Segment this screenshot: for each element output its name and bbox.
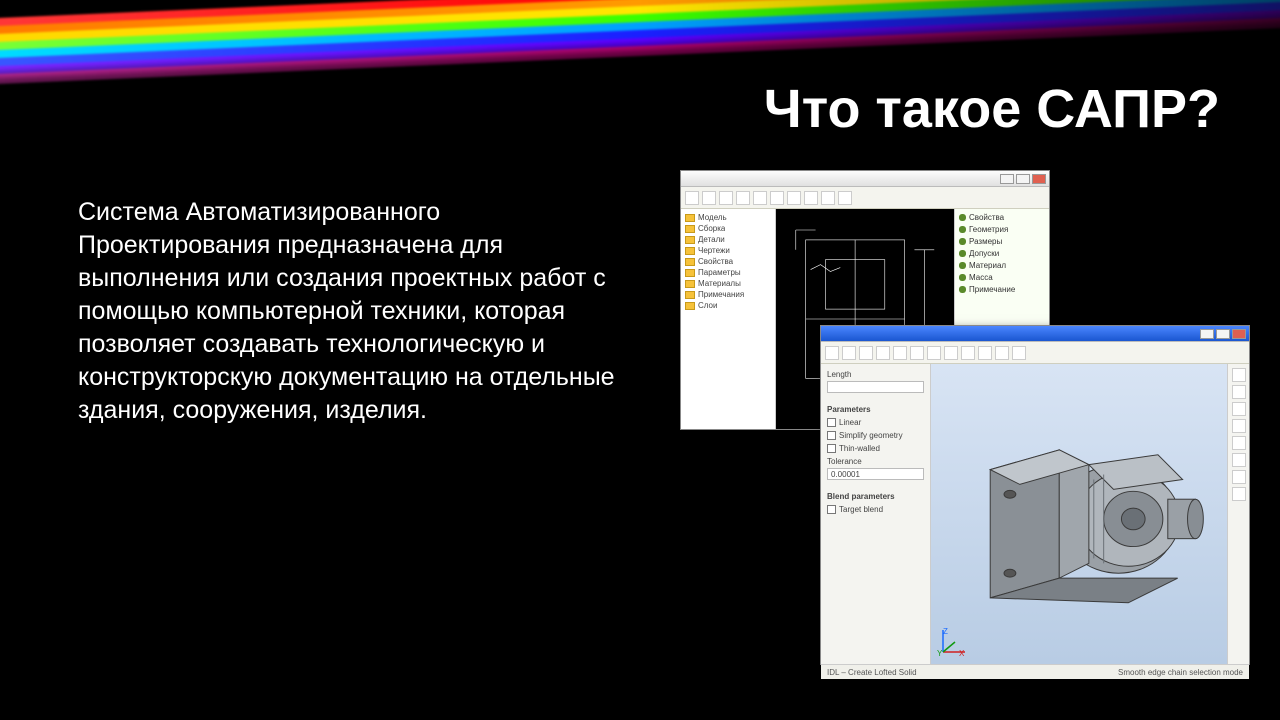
tool-icon [736, 191, 750, 205]
right-toolbar [1227, 364, 1249, 664]
slide: Что такое САПР? Система Автоматизированн… [0, 0, 1280, 720]
slide-body: Система Автоматизированного Проектирован… [78, 196, 638, 427]
tool-icon [1012, 346, 1026, 360]
tree-node: Примечания [698, 290, 744, 299]
tolerance-value: 0.00001 [831, 470, 860, 479]
model-tree: Модель Сборка Детали Чертежи Свойства Па… [681, 209, 776, 429]
length-field [827, 381, 924, 393]
tool-icon [753, 191, 767, 205]
tool-icon [770, 191, 784, 205]
tree-node: Модель [698, 213, 727, 222]
axis-triad: Z Y X [937, 624, 971, 658]
tool-icon [876, 346, 890, 360]
parameters-panel: Length Parameters Linear Simplify geomet… [821, 364, 931, 664]
tree-node: Сборка [698, 224, 725, 233]
tree-node: Параметры [698, 268, 741, 277]
panel-section: Parameters [827, 405, 924, 414]
axis-z-label: Z [943, 627, 948, 636]
close-icon [1232, 329, 1246, 339]
tool-icon [961, 346, 975, 360]
window-titlebar [681, 171, 1049, 187]
checkbox-label: Simplify geometry [839, 431, 903, 440]
checkbox-label: Linear [839, 418, 861, 427]
tool-icon [893, 346, 907, 360]
axis-y-label: Y [937, 649, 942, 658]
tree-node: Свойства [698, 257, 733, 266]
status-right: Smooth edge chain selection mode [1118, 668, 1243, 677]
tool-icon [1232, 419, 1246, 433]
tree-node: Материалы [698, 279, 741, 288]
axis-x-label: X [959, 649, 964, 658]
prop-row: Размеры [969, 237, 1002, 246]
maximize-icon [1216, 329, 1230, 339]
prop-row: Допуски [969, 249, 999, 258]
window-toolbar [681, 187, 1049, 209]
minimize-icon [1200, 329, 1214, 339]
illustrations: Модель Сборка Детали Чертежи Свойства Па… [680, 170, 1240, 680]
prop-row: Геометрия [969, 225, 1008, 234]
prop-row: Масса [969, 273, 993, 282]
tool-icon [1232, 436, 1246, 450]
prop-row: Материал [969, 261, 1006, 270]
tool-icon [859, 346, 873, 360]
tool-icon [702, 191, 716, 205]
3d-viewport: Z Y X [931, 364, 1227, 664]
tool-icon [910, 346, 924, 360]
tool-icon [1232, 453, 1246, 467]
tool-icon [842, 346, 856, 360]
tool-icon [978, 346, 992, 360]
tool-icon [685, 191, 699, 205]
tool-icon [995, 346, 1009, 360]
status-left: IDL – Create Lofted Solid [827, 668, 917, 677]
checkbox-label: Target blend [839, 505, 883, 514]
tree-node: Чертежи [698, 246, 730, 255]
tool-icon [1232, 487, 1246, 501]
tool-icon [821, 191, 835, 205]
checkbox-label: Thin-walled [839, 444, 880, 453]
close-icon [1032, 174, 1046, 184]
minimize-icon [1000, 174, 1014, 184]
tool-icon [825, 346, 839, 360]
tool-icon [838, 191, 852, 205]
tool-icon [1232, 368, 1246, 382]
field-label: Length [827, 370, 924, 379]
field-label: Tolerance [827, 457, 924, 466]
tolerance-field: 0.00001 [827, 468, 924, 480]
tool-icon [719, 191, 733, 205]
tool-icon [787, 191, 801, 205]
panel-section: Blend parameters [827, 492, 924, 501]
tool-icon [1232, 385, 1246, 399]
status-bar: IDL – Create Lofted Solid Smooth edge ch… [821, 664, 1249, 679]
prop-row: Примечание [969, 285, 1015, 294]
tool-icon [1232, 470, 1246, 484]
tool-icon [804, 191, 818, 205]
slide-title: Что такое САПР? [764, 78, 1220, 140]
tree-node: Детали [698, 235, 725, 244]
maximize-icon [1016, 174, 1030, 184]
cad-3d-screenshot: Length Parameters Linear Simplify geomet… [820, 325, 1250, 665]
tool-icon [1232, 402, 1246, 416]
prop-row: Свойства [969, 213, 1004, 222]
tree-node: Слои [698, 301, 717, 310]
window-titlebar [821, 326, 1249, 342]
window-toolbar [821, 342, 1249, 364]
tool-icon [927, 346, 941, 360]
tool-icon [944, 346, 958, 360]
